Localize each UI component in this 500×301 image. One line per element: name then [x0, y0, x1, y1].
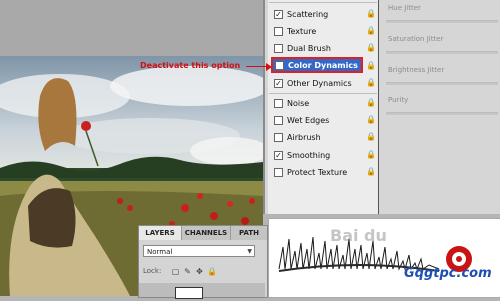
wet-edges-checkbox[interactable] — [274, 115, 283, 125]
option-airbrush[interactable]: Airbrush — [274, 130, 321, 144]
option-label: Texture — [287, 26, 317, 36]
scattering-checkbox[interactable]: ✓ — [274, 9, 283, 19]
brightness-jitter-label: Brightness Jitter — [388, 66, 445, 74]
chevron-down-icon: ▼ — [247, 248, 252, 255]
purity-slider[interactable] — [386, 112, 498, 115]
hue-jitter-label: Hue Jitter — [388, 4, 421, 12]
option-smoothing[interactable]: ✓ Smoothing — [274, 148, 330, 162]
annotation-text: Deactivate this option — [140, 61, 241, 70]
option-label: Protect Texture — [287, 167, 348, 177]
lock-icon[interactable]: 🔒 — [366, 115, 376, 124]
option-label: Smoothing — [287, 150, 331, 160]
arrow-head-icon — [266, 63, 272, 71]
option-noise[interactable]: Noise — [274, 96, 309, 110]
blend-mode-value: Normal — [147, 248, 173, 256]
lock-all-icon[interactable]: 🔒 — [207, 267, 217, 276]
option-label: Other Dynamics — [287, 78, 352, 88]
lock-icon[interactable]: 🔒 — [366, 9, 376, 18]
baidu-watermark: Bai du — [330, 226, 387, 245]
saturation-jitter-slider[interactable] — [386, 51, 498, 54]
lock-label: Lock: — [143, 267, 162, 275]
tab-paths[interactable]: PATH — [231, 226, 267, 240]
annotation-highlight-box — [271, 57, 363, 73]
lock-icon[interactable]: 🔒 — [366, 26, 376, 35]
tab-layers[interactable]: LAYERS — [139, 226, 182, 240]
dual-brush-checkbox[interactable] — [274, 43, 283, 53]
protect-texture-checkbox[interactable] — [274, 167, 283, 177]
layer-thumbnail[interactable] — [175, 287, 203, 299]
site-logo-core — [456, 256, 462, 262]
list-divider — [269, 93, 377, 94]
site-watermark: Gqgtpc.com — [404, 266, 492, 281]
option-label: Dual Brush — [287, 43, 331, 53]
lock-icon[interactable]: 🔒 — [366, 78, 376, 87]
blend-mode-select[interactable]: Normal ▼ — [143, 245, 255, 257]
list-divider — [269, 2, 377, 3]
lock-icon[interactable]: 🔒 — [366, 167, 376, 176]
option-wet-edges[interactable]: Wet Edges — [274, 113, 329, 127]
brightness-jitter-slider[interactable] — [386, 82, 498, 85]
lock-icon[interactable]: 🔒 — [366, 132, 376, 141]
lock-pixels-icon[interactable]: ✎ — [183, 267, 192, 276]
lock-icon[interactable]: 🔒 — [366, 150, 376, 159]
workspace-background — [0, 0, 263, 56]
lock-icon[interactable]: 🔒 — [366, 43, 376, 52]
texture-checkbox[interactable] — [274, 26, 283, 36]
option-protect-texture[interactable]: Protect Texture — [274, 165, 347, 179]
lock-icon[interactable]: 🔒 — [366, 98, 376, 107]
option-dual-brush[interactable]: Dual Brush — [274, 41, 331, 55]
airbrush-checkbox[interactable] — [274, 132, 283, 142]
option-scattering[interactable]: ✓ Scattering — [274, 7, 328, 21]
smoothing-checkbox[interactable]: ✓ — [274, 150, 283, 160]
hue-jitter-slider[interactable] — [386, 20, 498, 23]
option-label: Scattering — [287, 9, 329, 19]
purity-label: Purity — [388, 96, 409, 104]
option-label: Wet Edges — [287, 115, 330, 125]
other-dynamics-checkbox[interactable]: ✓ — [274, 78, 283, 88]
lock-position-icon[interactable]: ✥ — [195, 267, 204, 276]
tab-channels[interactable]: CHANNELS — [182, 226, 231, 240]
option-label: Noise — [287, 98, 310, 108]
lock-transparency-icon[interactable]: ▢ — [171, 267, 180, 276]
option-texture[interactable]: Texture — [274, 24, 316, 38]
option-label: Airbrush — [287, 132, 321, 142]
saturation-jitter-label: Saturation Jitter — [388, 35, 444, 43]
noise-checkbox[interactable] — [274, 98, 283, 108]
lock-icon[interactable]: 🔒 — [366, 61, 376, 70]
option-other-dynamics[interactable]: ✓ Other Dynamics — [274, 76, 352, 90]
layers-panel: LAYERS CHANNELS PATH Normal ▼ Lock: ▢ ✎ … — [138, 225, 268, 299]
